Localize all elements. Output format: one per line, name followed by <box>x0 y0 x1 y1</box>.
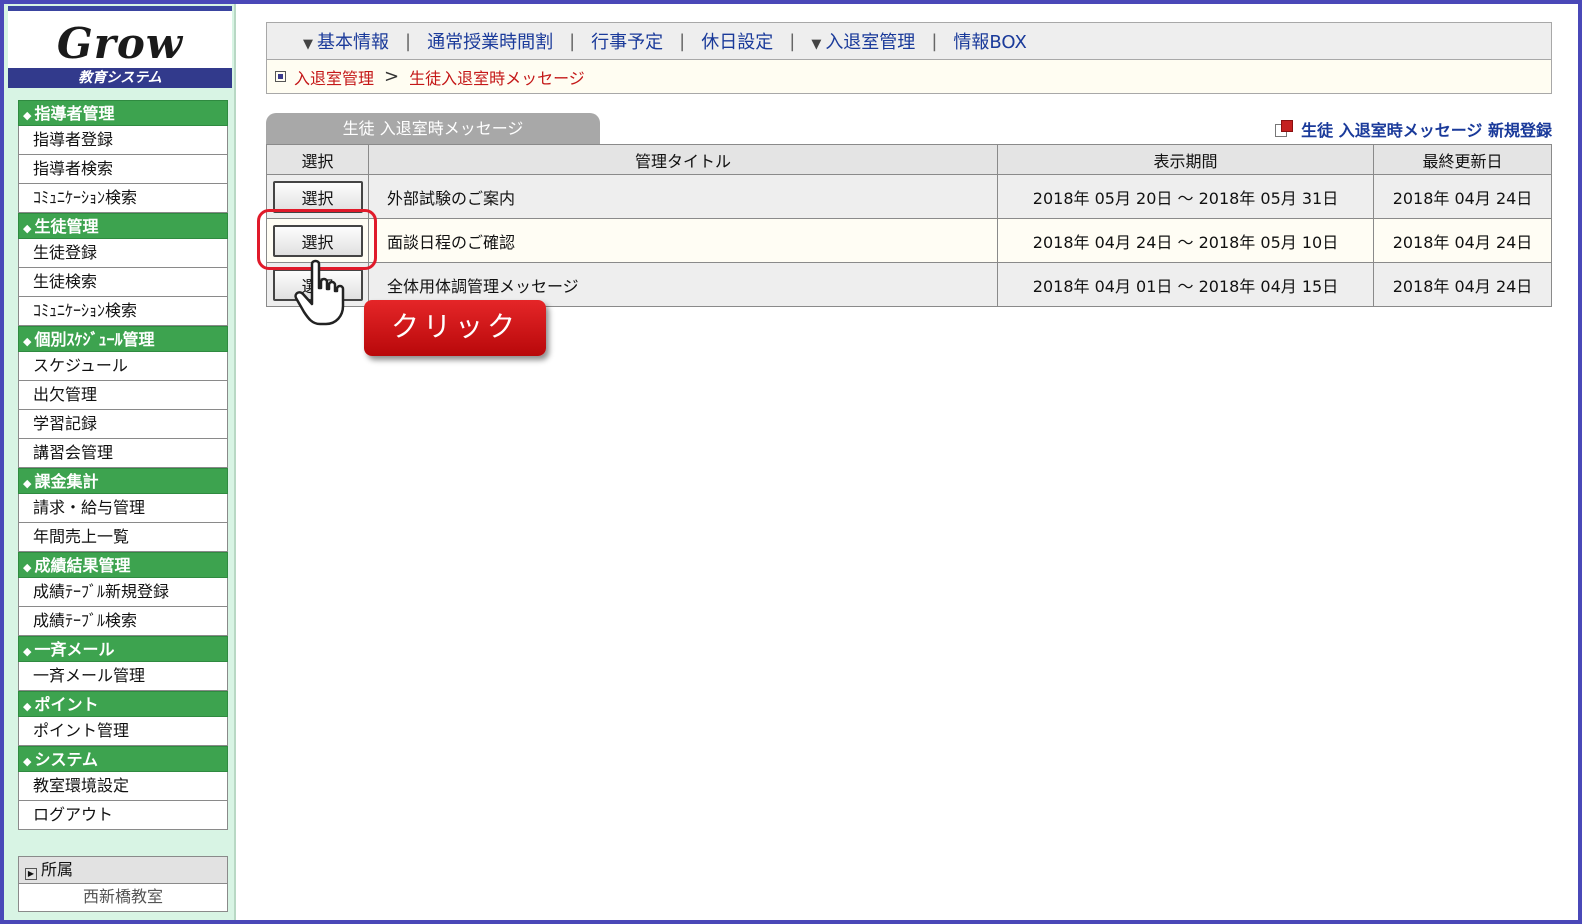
menu-section-title: システム <box>34 750 98 769</box>
nav-link[interactable]: 休日設定 <box>685 28 789 54</box>
diamond-icon: ◆ <box>23 477 32 490</box>
top-nav: ▼ 基本情報 | 通常授業時間割 | 行事予定 | 休日設定 | ▼ 入退室管理 | 情報BOX <box>266 22 1552 60</box>
menu-section-title: 成績結果管理 <box>34 556 131 575</box>
menu-section-title: 課金集計 <box>34 472 99 491</box>
sidebar-menu-item[interactable]: 生徒登録 <box>18 239 228 268</box>
header-period: 表示期間 <box>997 144 1374 175</box>
table-row: 選択 外部試験のご案内 2018年 05月 20日 〜 2018年 05月 31日 2… <box>266 174 1552 219</box>
title-cell: 外部試験のご案内 <box>368 174 998 219</box>
updated-cell: 2018年 04月 24日 <box>1373 218 1552 263</box>
select-button[interactable]: 選択 <box>272 180 363 213</box>
header-select: 選択 <box>266 144 369 175</box>
new-register-label: 生徒 入退室時メッセージ 新規登録 <box>1301 121 1552 140</box>
diamond-icon: ◆ <box>23 109 32 122</box>
diamond-icon: ◆ <box>23 645 32 658</box>
table-header-row: 選択 管理タイトル 表示期間 最終更新日 <box>266 144 1552 175</box>
nav-link-label: 入退室管理 <box>825 32 916 53</box>
sidebar-menu-item[interactable]: 教室環境設定 <box>18 772 228 801</box>
nav-link-label: 休日設定 <box>701 32 774 53</box>
updated-cell: 2018年 04月 24日 <box>1373 174 1552 219</box>
sidebar-menu-item[interactable]: 成績ﾃｰﾌﾞﾙ新規登録 <box>18 578 228 607</box>
nav-link-label: 通常授業時間割 <box>427 32 554 53</box>
header-title: 管理タイトル <box>368 144 998 175</box>
menu-section-header: ◆ 生徒管理 <box>18 213 228 239</box>
new-document-icon <box>1275 120 1294 138</box>
diamond-icon: ◆ <box>23 755 32 768</box>
breadcrumb: 入退室管理 > 生徒入退室時メッセージ <box>266 60 1552 94</box>
menu-section-title: ポイント <box>34 695 99 714</box>
sidebar-menu-item[interactable]: 成績ﾃｰﾌﾞﾙ検索 <box>18 607 228 636</box>
nav-link-label: 基本情報 <box>317 32 389 53</box>
message-table: 選択 管理タイトル 表示期間 最終更新日 選択 外部試験のご案内 2018年 05月… <box>266 144 1552 307</box>
sidebar-menu-item[interactable]: 学習記録 <box>18 410 228 439</box>
period-cell: 2018年 05月 20日 〜 2018年 05月 31日 <box>997 174 1374 219</box>
nav-link[interactable]: 情報BOX <box>937 28 1042 54</box>
sidebar-menu-item[interactable]: ポイント管理 <box>18 717 228 746</box>
menu-section-header: ◆ 成績結果管理 <box>18 552 228 578</box>
breadcrumb-parent[interactable]: 入退室管理 <box>294 65 374 89</box>
sidebar-menu-item[interactable]: 指導者登録 <box>18 126 228 155</box>
sidebar-menu-item[interactable]: 請求・給与管理 <box>18 494 228 523</box>
nav-link[interactable]: 通常授業時間割 <box>411 28 569 54</box>
sidebar: Grow 教育システム ◆ 指導者管理 指導者登録 指導者検索 ｺﾐｭﾆｹｰｼｮﾝ検索 ◆… <box>4 4 236 920</box>
pointer-hand-icon <box>294 259 345 326</box>
menu-section-header: ◆ 指導者管理 <box>18 100 228 126</box>
nav-link-label: 行事予定 <box>591 32 664 53</box>
sidebar-menu-item[interactable]: スケジュール <box>18 352 228 381</box>
expand-icon[interactable]: ▶ <box>25 868 37 880</box>
affiliation-label: 所属 <box>41 860 74 879</box>
diamond-icon: ◆ <box>23 222 32 235</box>
nav-link[interactable]: ▼ 入退室管理 <box>795 28 931 54</box>
breadcrumb-current: 生徒入退室時メッセージ <box>409 68 585 88</box>
nav-link-label: 情報BOX <box>953 32 1027 53</box>
table-row: 選択 面談日程のご確認 2018年 04月 24日 〜 2018年 05月 10日 2… <box>266 218 1552 263</box>
menu-section-header: ◆ 個別ｽｹｼﾞｭｰﾙ管理 <box>18 326 228 352</box>
sidebar-menu: ◆ 指導者管理 指導者登録 指導者検索 ｺﾐｭﾆｹｰｼｮﾝ検索 ◆ 生徒管理 生徒登録 生徒検索… <box>18 100 228 830</box>
dropdown-icon: ▼ <box>303 37 313 52</box>
sidebar-menu-item[interactable]: 一斉メール管理 <box>18 662 228 691</box>
menu-section-header: ◆ システム <box>18 746 228 772</box>
menu-section-header: ◆ ポイント <box>18 691 228 717</box>
affiliation-panel: ▶ 所属 西新橋教室 <box>18 856 228 912</box>
menu-section-header: ◆ 一斉メール <box>18 636 228 662</box>
menu-section-title: 個別ｽｹｼﾞｭｰﾙ管理 <box>34 330 155 349</box>
updated-cell: 2018年 04月 24日 <box>1373 262 1552 307</box>
breadcrumb-square-icon <box>275 71 286 82</box>
menu-section-title: 指導者管理 <box>34 104 115 123</box>
logo-subtitle: 教育システム <box>8 68 232 88</box>
sidebar-menu-item[interactable]: ログアウト <box>18 801 228 830</box>
header-updated: 最終更新日 <box>1373 144 1552 175</box>
click-callout: クリック <box>364 300 546 356</box>
panel-tab[interactable]: 生徒 入退室時メッセージ <box>266 113 600 145</box>
diamond-icon: ◆ <box>23 561 32 574</box>
sidebar-menu-item[interactable]: ｺﾐｭﾆｹｰｼｮﾝ検索 <box>18 184 228 213</box>
nav-link[interactable]: ▼ 基本情報 <box>287 28 405 54</box>
nav-link[interactable]: 行事予定 <box>575 28 679 54</box>
sidebar-menu-item[interactable]: 講習会管理 <box>18 439 228 468</box>
menu-section-header: ◆ 課金集計 <box>18 468 228 494</box>
sidebar-menu-item[interactable]: ｺﾐｭﾆｹｰｼｮﾝ検索 <box>18 297 228 326</box>
period-cell: 2018年 04月 24日 〜 2018年 05月 10日 <box>997 218 1374 263</box>
affiliation-header[interactable]: ▶ 所属 <box>18 856 228 884</box>
period-cell: 2018年 04月 01日 〜 2018年 04月 15日 <box>997 262 1374 307</box>
menu-section-title: 一斉メール <box>34 640 115 659</box>
breadcrumb-separator: > <box>384 66 400 87</box>
diamond-icon: ◆ <box>23 335 32 348</box>
dropdown-icon: ▼ <box>811 37 822 52</box>
menu-section-title: 生徒管理 <box>34 217 99 236</box>
sidebar-menu-item[interactable]: 生徒検索 <box>18 268 228 297</box>
title-cell: 面談日程のご確認 <box>368 218 998 263</box>
new-register-link[interactable]: 生徒 入退室時メッセージ 新規登録 <box>1275 116 1552 142</box>
sidebar-menu-item[interactable]: 指導者検索 <box>18 155 228 184</box>
sidebar-menu-item[interactable]: 年間売上一覧 <box>18 523 228 552</box>
logo-text: Grow <box>56 19 184 68</box>
sidebar-menu-item[interactable]: 出欠管理 <box>18 381 228 410</box>
diamond-icon: ◆ <box>23 700 32 713</box>
logo: Grow 教育システム <box>8 6 232 88</box>
affiliation-value: 西新橋教室 <box>18 884 228 912</box>
